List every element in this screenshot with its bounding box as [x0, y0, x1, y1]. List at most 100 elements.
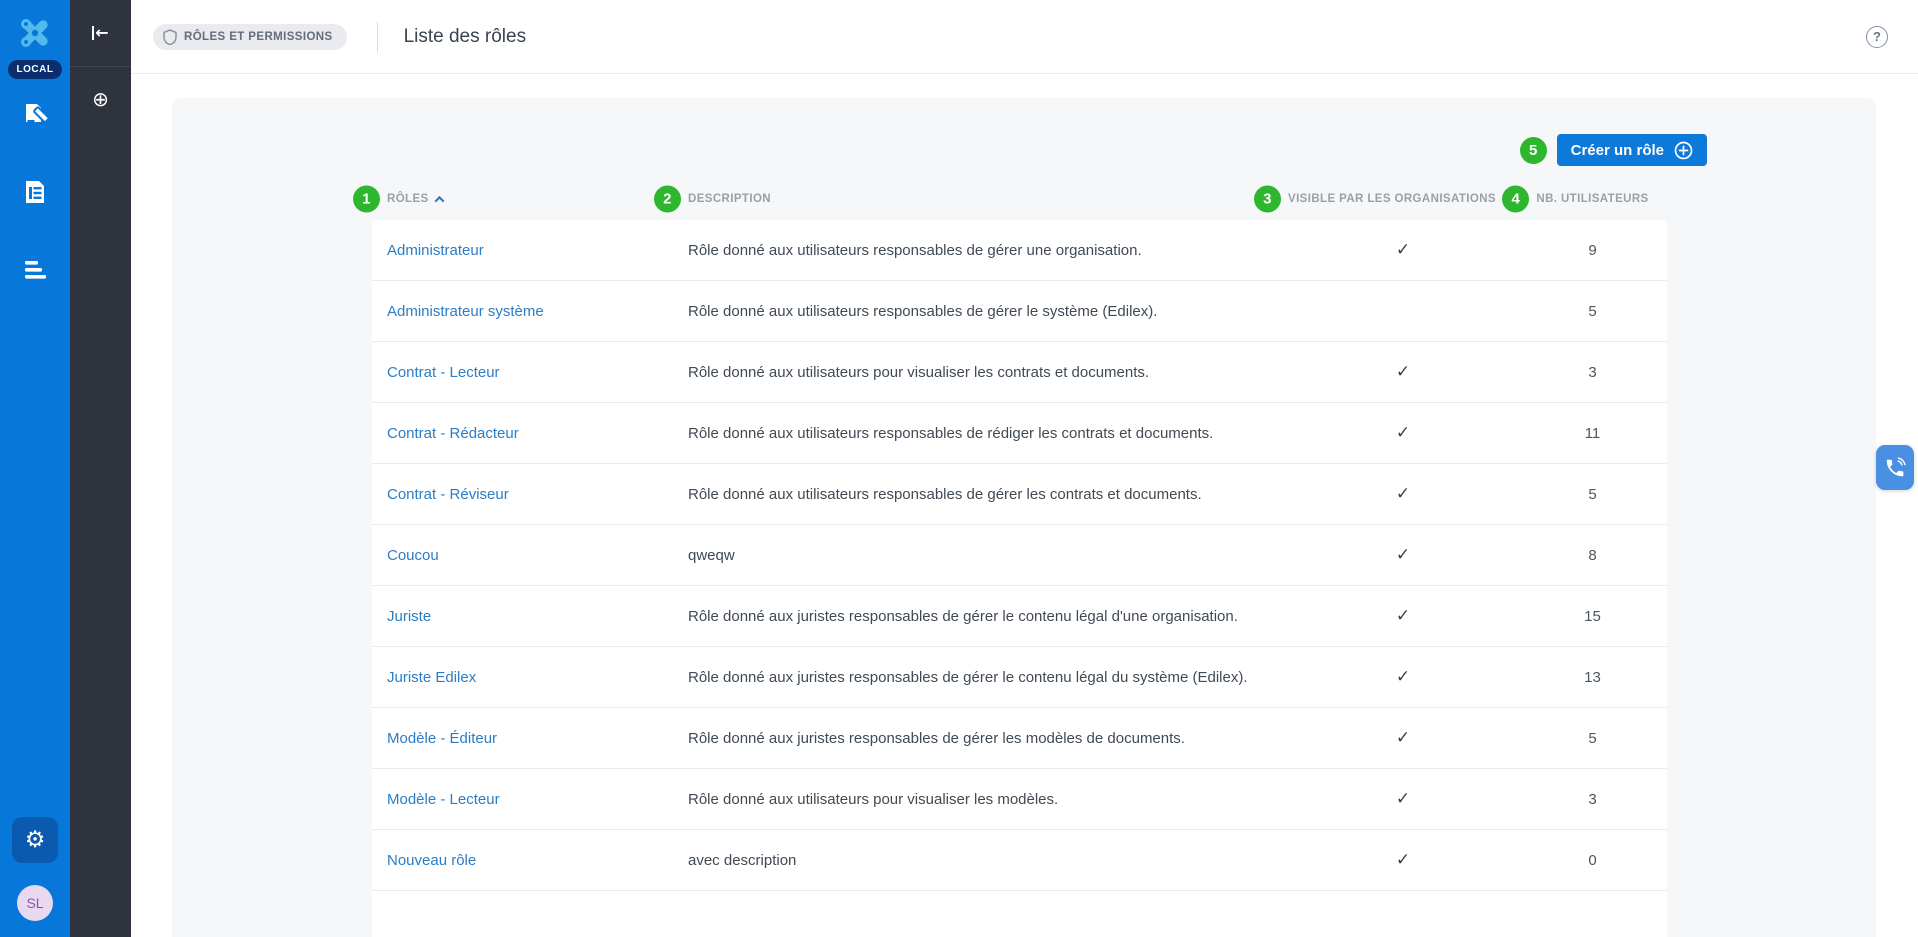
roles-card: 5 Créer un rôle 1 RÔLES 2 DESCRIPTION 3 … [172, 98, 1876, 937]
toolbar-row: 5 Créer un rôle [172, 98, 1707, 166]
document-list-icon [23, 179, 47, 210]
users-count: 3 [1588, 790, 1597, 808]
column-header-description[interactable]: 2 DESCRIPTION [654, 185, 1288, 213]
sidebar-nav [20, 101, 50, 287]
shield-icon [163, 28, 177, 45]
collapse-arrow-icon: ← [92, 25, 109, 41]
users-count: 3 [1588, 363, 1597, 381]
users-count: 9 [1588, 241, 1597, 259]
sidebar-item-documents[interactable] [20, 179, 50, 209]
annotation-badge-3: 3 [1254, 185, 1281, 213]
role-link[interactable]: Administrateur système [387, 303, 544, 320]
role-description: Rôle donné aux utilisateurs responsables… [688, 424, 1214, 442]
breadcrumb-label: RÔLES ET PERMISSIONS [184, 30, 333, 43]
table-row[interactable]: Administrateur Rôle donné aux utilisateur… [372, 220, 1667, 281]
add-item-button[interactable]: ⊕ [70, 89, 131, 109]
table-body: Administrateur Rôle donné aux utilisateur… [372, 220, 1667, 937]
phone-support-tab[interactable] [1876, 445, 1914, 490]
role-link[interactable]: Juriste [387, 608, 431, 625]
users-count: 11 [1584, 424, 1601, 442]
gear-icon: ⚙ [24, 826, 46, 853]
collapse-sidebar-button[interactable]: ← [70, 0, 131, 67]
user-avatar[interactable]: SL [17, 885, 53, 921]
create-role-label: Créer un rôle [1570, 141, 1664, 159]
role-link[interactable]: Contrat - Lecteur [387, 364, 500, 381]
annotation-badge-4: 4 [1502, 185, 1530, 213]
role-description: Rôle donné aux utilisateurs pour visuali… [688, 363, 1150, 381]
role-link[interactable]: Contrat - Rédacteur [387, 425, 519, 442]
visible-check-icon: ✓ [1395, 423, 1411, 443]
table-row[interactable]: Juriste Rôle donné aux juristes responsab… [372, 586, 1667, 647]
table-row[interactable]: Contrat - Réviseur Rôle donné aux utilisa… [372, 464, 1667, 525]
topbar: RÔLES ET PERMISSIONS Liste des rôles ? [131, 0, 1918, 74]
contract-edit-icon [22, 101, 50, 132]
table-header-row: 1 RÔLES 2 DESCRIPTION 3 VISIBLE PAR LES … [353, 182, 1667, 216]
plus-circle-icon [1674, 141, 1693, 160]
column-header-roles[interactable]: 1 RÔLES [353, 185, 688, 213]
visible-check-icon: ✓ [1395, 362, 1411, 382]
role-description: qweqw [688, 546, 735, 564]
visible-check-icon: ✓ [1395, 545, 1411, 565]
role-link[interactable]: Juriste Edilex [387, 669, 476, 686]
visible-check-icon: ✓ [1395, 606, 1411, 626]
role-description: Rôle donné aux utilisateurs pour visuali… [688, 790, 1059, 808]
visible-check-icon: ✓ [1395, 667, 1411, 687]
role-description: Rôle donné aux utilisateurs responsables… [688, 302, 1158, 320]
visible-check-icon: ✓ [1395, 240, 1411, 260]
app-window: LOCAL ⚙ SL ← ⊕ RÔLES ET PERMISSIONS List… [0, 0, 1918, 937]
sidebar-item-contracts[interactable] [20, 101, 50, 131]
environment-badge: LOCAL [7, 60, 63, 79]
role-description: Rôle donné aux juristes responsables de … [688, 607, 1238, 625]
visible-check-icon: ✓ [1395, 484, 1411, 504]
breadcrumb-badge: RÔLES ET PERMISSIONS [153, 23, 347, 50]
table-row[interactable]: Administrateur système Rôle donné aux uti… [372, 281, 1667, 342]
users-count: 15 [1584, 607, 1601, 625]
phone-icon [1884, 456, 1906, 479]
annotation-badge-2: 2 [654, 185, 681, 213]
role-link[interactable]: Modèle - Lecteur [387, 791, 500, 808]
role-description: Rôle donné aux juristes responsables de … [688, 729, 1185, 747]
table-row[interactable]: Modèle - Lecteur Rôle donné aux utilisate… [372, 769, 1667, 830]
page-title: Liste des rôles [403, 25, 527, 47]
users-count: 5 [1588, 729, 1597, 747]
role-description: Rôle donné aux utilisateurs responsables… [688, 485, 1202, 503]
role-link[interactable]: Modèle - Éditeur [387, 730, 497, 747]
list-lines-icon [22, 259, 48, 286]
table-row[interactable]: Contrat - Lecteur Rôle donné aux utilisat… [372, 342, 1667, 403]
role-link[interactable]: Coucou [387, 547, 439, 564]
table-row[interactable]: Juriste Edilex Rôle donné aux juristes re… [372, 647, 1667, 708]
roles-table: 1 RÔLES 2 DESCRIPTION 3 VISIBLE PAR LES … [353, 182, 1667, 937]
users-count: 5 [1588, 302, 1597, 320]
primary-sidebar: LOCAL ⚙ SL [0, 0, 70, 937]
table-row[interactable]: Contrat - Rédacteur Rôle donné aux utilis… [372, 403, 1667, 464]
role-description: avec description [688, 851, 797, 869]
table-row[interactable]: Modèle - Éditeur Rôle donné aux juristes … [372, 708, 1667, 769]
secondary-rail: ← ⊕ [70, 0, 131, 937]
annotation-badge-5: 5 [1519, 136, 1547, 164]
annotation-badge-1: 1 [353, 185, 380, 213]
users-count: 0 [1588, 851, 1597, 869]
create-role-button[interactable]: Créer un rôle [1556, 134, 1707, 166]
sidebar-item-settings[interactable]: ⚙ [12, 817, 58, 863]
help-icon[interactable]: ? [1866, 25, 1888, 48]
sort-asc-icon [434, 195, 445, 206]
column-header-users[interactable]: 4 NB. UTILISATEURS [1502, 185, 1667, 213]
table-row[interactable]: Coucou qweqw ✓ 8 [372, 525, 1667, 586]
role-link[interactable]: Nouveau rôle [387, 852, 476, 869]
column-header-visible[interactable]: 3 VISIBLE PAR LES ORGANISATIONS [1254, 185, 1518, 213]
users-count: 5 [1588, 485, 1597, 503]
visible-check-icon: ✓ [1395, 728, 1411, 748]
users-count: 8 [1588, 546, 1597, 564]
visible-check-icon: ✓ [1395, 850, 1411, 870]
app-logo-icon[interactable] [12, 10, 58, 56]
main-area: RÔLES ET PERMISSIONS Liste des rôles ? 5… [131, 0, 1918, 937]
plus-circle-icon: ⊕ [92, 87, 109, 111]
visible-check-icon: ✓ [1395, 789, 1411, 809]
users-count: 13 [1584, 668, 1601, 686]
role-description: Rôle donné aux utilisateurs responsables… [688, 241, 1142, 259]
table-row[interactable]: Nouveau rôle avec description ✓ 0 [372, 830, 1667, 891]
sidebar-item-clauses[interactable] [20, 257, 50, 287]
role-link[interactable]: Administrateur [387, 242, 484, 259]
role-link[interactable]: Contrat - Réviseur [387, 486, 509, 503]
header-divider [376, 21, 378, 52]
